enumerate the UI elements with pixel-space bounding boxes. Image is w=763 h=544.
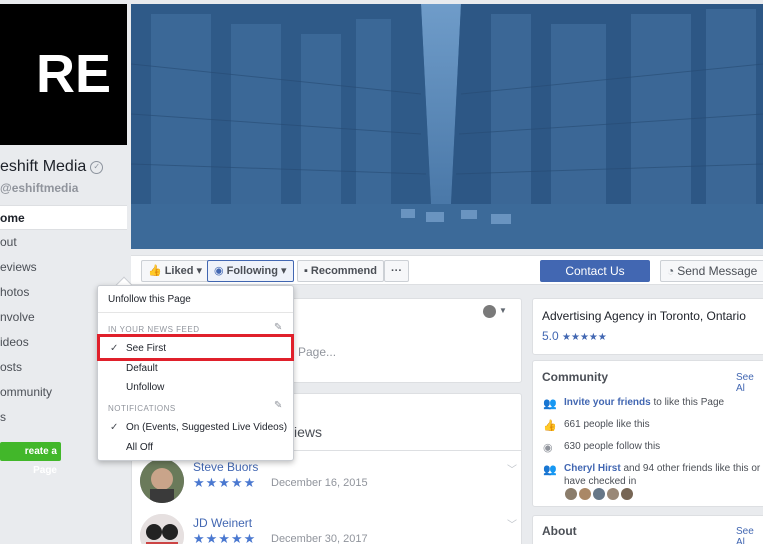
thumbs-up-icon: 👍 [148,265,162,277]
invite-friends-text: to like this Page [653,397,725,408]
nav-item-about[interactable]: out [0,230,127,255]
pencil-icon[interactable]: ✎ [274,400,282,411]
page-info-card [532,298,763,355]
invite-friends-link[interactable]: Invite your friends [564,397,651,408]
chevron-down-icon[interactable]: ▼ [499,306,507,315]
friends-text: and 94 other friends like this or [623,463,761,474]
comment-icon: ▪ [304,265,308,277]
following-label: Following [226,265,278,277]
avatar[interactable] [579,488,591,500]
recommend-label: Recommend [310,265,377,277]
cover-photo[interactable] [131,4,763,249]
reviewer-name[interactable]: JD Weinert [193,516,252,530]
menu-separator [98,312,293,313]
friends-row: Cheryl Hirst and 94 other friends like t… [564,463,760,474]
page-action-bar: 👍 Liked ▾ ◉ Following ▾ ▪ Recommend ··· Con… [131,255,763,285]
follow-icon: ◉ [543,442,553,454]
reviewer-photo [140,459,184,503]
about-see-all-link[interactable]: See Al [736,526,763,544]
page-name[interactable]: eshift Media ✓ [0,158,104,176]
avatar[interactable] [483,305,496,318]
reviewer-name[interactable]: Steve Buors [193,460,258,474]
review-date[interactable]: December 30, 2017 [271,533,368,544]
rss-icon: ◉ [214,265,224,277]
avatar[interactable] [565,488,577,500]
about-title[interactable]: About [542,524,577,538]
menu-item-unfollow-page[interactable]: Unfollow this Page [108,294,191,305]
notifications-header: NOTIFICATIONS [108,404,176,413]
news-feed-header: IN YOUR NEWS FEED [108,325,200,334]
page-handle: @eshiftmedia [0,181,79,195]
friend-avatars[interactable] [565,488,633,500]
likes-count: 661 people like this [564,419,650,430]
following-dropdown-menu: Unfollow this Page IN YOUR NEWS FEED ✎ ✓… [97,285,294,461]
create-page-button[interactable]: reate a Page [0,442,61,476]
avatar[interactable] [607,488,619,500]
invite-friends-row: Invite your friends to like this Page [564,397,724,408]
chevron-down-icon[interactable]: ﹀ [507,516,517,531]
see-first-highlight-box [97,334,294,361]
menu-item-default[interactable]: Default [126,363,158,374]
friend-name-link[interactable]: Cheryl Hirst [564,463,621,474]
send-message-button[interactable]: ◔ Send Message [660,260,763,282]
more-options-button[interactable]: ··· [384,260,409,282]
review-stars: ★★★★★ [193,475,257,490]
review-stars: ★★★★★ [193,531,257,544]
chevron-down-icon: ▾ [196,265,203,277]
menu-item-notifications-on[interactable]: On (Events, Suggested Live Videos) [126,422,287,433]
rating-stars: ★★★★★ [562,332,607,343]
following-button[interactable]: ◉ Following ▾ [207,260,294,282]
verified-icon: ✓ [90,161,104,174]
recommend-button[interactable]: ▪ Recommend [297,260,384,282]
pencil-icon[interactable]: ✎ [274,322,282,333]
menu-item-unfollow[interactable]: Unfollow [126,382,164,393]
chevron-down-icon[interactable]: ﹀ [507,461,517,476]
avatar[interactable] [621,488,633,500]
nav-item-reviews[interactable]: eviews [0,255,127,280]
community-title[interactable]: Community [542,370,608,384]
page-rating[interactable]: 5.0 ★★★★★ [542,329,607,343]
community-see-all-link[interactable]: See Al [736,372,763,394]
checkmark-icon: ✓ [110,422,119,433]
messenger-icon: ◔ [667,264,675,278]
people-icon: 👥 [543,398,557,410]
city-street-image [131,4,763,249]
page-name-text: eshift Media [0,158,87,175]
post-placeholder[interactable]: Page... [298,345,336,359]
chevron-down-icon: ▾ [281,265,287,277]
follows-count: 630 people follow this [564,441,661,452]
send-message-label: Send Message [677,264,758,278]
reviewer-avatar[interactable] [140,459,184,503]
people-icon: 👥 [543,464,557,476]
friends-text-2: have checked in [564,476,637,487]
avatar[interactable] [593,488,605,500]
review-date[interactable]: December 16, 2015 [271,477,368,489]
liked-button[interactable]: 👍 Liked ▾ [141,260,210,282]
page-category[interactable]: Advertising Agency in Toronto, Ontario [542,309,746,323]
page-logo[interactable]: RE [0,4,127,145]
contact-us-button[interactable]: Contact Us [540,260,650,282]
page-handle-text: eshiftmedia [11,181,79,195]
menu-item-all-off[interactable]: All Off [126,442,153,453]
liked-label: Liked [164,265,194,277]
nav-item-home[interactable]: ome [0,205,127,230]
rating-value: 5.0 [542,329,559,343]
thumbs-up-icon: 👍 [543,420,557,432]
